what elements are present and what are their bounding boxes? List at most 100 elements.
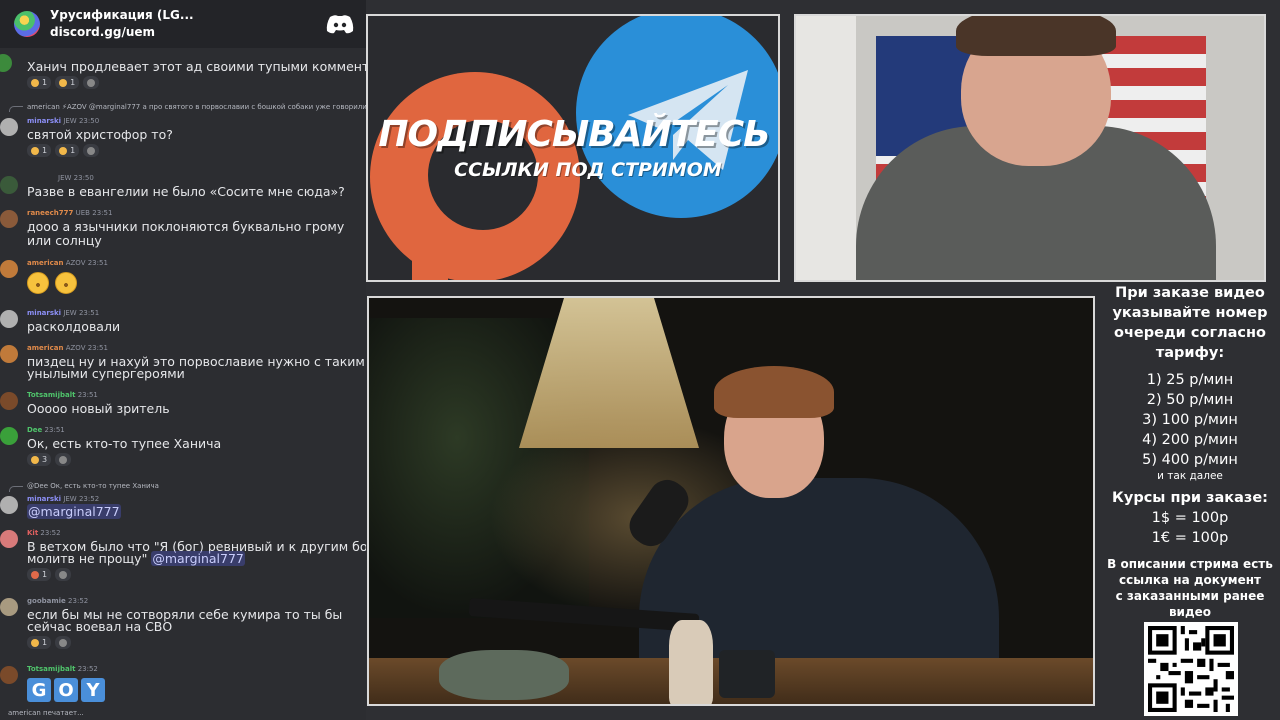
typing-indicator: american печатает... bbox=[8, 709, 84, 717]
role-tag: JEW bbox=[63, 495, 77, 503]
message-text: @marginal777 bbox=[27, 504, 121, 519]
emoji-icon bbox=[59, 146, 68, 155]
description-line: ссылка на документ bbox=[1119, 573, 1261, 587]
reply-connector bbox=[9, 106, 23, 112]
message-meta: Kit 23:52 bbox=[27, 529, 61, 537]
avatar[interactable] bbox=[0, 345, 18, 363]
timestamp: 23:52 bbox=[40, 529, 61, 537]
role-tag: UEB bbox=[75, 209, 90, 217]
timestamp: 23:51 bbox=[87, 344, 108, 352]
add-reaction-button[interactable] bbox=[83, 144, 100, 157]
username[interactable]: minarski bbox=[27, 309, 61, 317]
laughing-emoji-icon bbox=[27, 272, 49, 294]
message-text: Ооооо новый зритель bbox=[27, 401, 170, 416]
tariff-item: 4) 200 р/мин bbox=[1142, 432, 1238, 448]
message-text: сейчас воевал на СВО bbox=[27, 619, 173, 634]
message-meta: goobamie 23:52 bbox=[27, 597, 88, 605]
smile-icon bbox=[59, 570, 68, 579]
username[interactable]: goobamie bbox=[27, 597, 66, 605]
avatar[interactable] bbox=[0, 427, 18, 445]
username[interactable]: Dee bbox=[27, 426, 42, 434]
add-reaction-button[interactable] bbox=[83, 76, 100, 89]
stream-layout: Урусификация (LG... discord.gg/uem Ханич… bbox=[0, 0, 1280, 720]
timestamp: 23:50 bbox=[73, 174, 94, 182]
role-tag: JEW bbox=[63, 117, 77, 125]
reaction[interactable]: 1 bbox=[27, 76, 52, 89]
message-meta: minarski JEW 23:50 bbox=[27, 117, 99, 125]
reactions: 1 1 bbox=[27, 76, 100, 89]
info-heading-line: При заказе видео bbox=[1115, 285, 1265, 301]
discord-chat-overlay: Урусификация (LG... discord.gg/uem Ханич… bbox=[0, 0, 366, 720]
cloth bbox=[439, 650, 569, 700]
role-tag: AZOV bbox=[65, 344, 86, 352]
avatar[interactable] bbox=[0, 176, 18, 194]
banner-title: ПОДПИСЫВАЙТЕСЬ bbox=[378, 114, 770, 155]
avatar[interactable] bbox=[0, 118, 18, 136]
avatar[interactable] bbox=[0, 310, 18, 328]
banner-subtitle: ССЫЛКИ ПОД СТРИМОМ bbox=[454, 159, 722, 181]
letter-emoji: G bbox=[27, 678, 51, 702]
username[interactable]: raneech777 bbox=[27, 209, 73, 217]
message-text: Ок, есть кто-то тупее Ханича bbox=[27, 436, 222, 451]
avatar[interactable] bbox=[0, 666, 18, 684]
message-meta: JEW 23:50 bbox=[58, 174, 94, 182]
emoji-icon bbox=[59, 78, 68, 87]
timestamp: 23:51 bbox=[78, 309, 100, 317]
avatar[interactable] bbox=[0, 260, 18, 278]
message-text: расколдовали bbox=[27, 319, 121, 334]
info-heading-line: очереди согласно bbox=[1114, 325, 1266, 341]
reaction[interactable]: 1 bbox=[55, 76, 80, 89]
avatar[interactable] bbox=[0, 392, 18, 410]
reaction[interactable]: 1 bbox=[55, 144, 80, 157]
username[interactable]: minarski bbox=[27, 117, 61, 125]
message-text: унылыми супергероями bbox=[27, 366, 185, 381]
message-text: дооо а язычники поклоняются буквально гр… bbox=[27, 219, 345, 234]
reactions: 3 bbox=[27, 453, 72, 466]
user-mention[interactable]: @marginal777 bbox=[27, 504, 121, 519]
tariff-item: 1) 25 р/мин bbox=[1146, 372, 1234, 388]
tariff-item: 3) 100 р/мин bbox=[1142, 412, 1238, 428]
reaction[interactable]: 1 bbox=[27, 568, 52, 581]
reply-preview[interactable]: @Dee Ок, есть кто-то тупее Ханича bbox=[27, 482, 159, 490]
discord-logo-icon bbox=[326, 15, 354, 34]
message-text: святой христофор то? bbox=[27, 127, 173, 142]
description-line: с заказанными ранее bbox=[1115, 589, 1265, 603]
username[interactable]: american bbox=[27, 344, 63, 352]
timestamp: 23:51 bbox=[87, 259, 108, 267]
username[interactable]: Totsamijbalt bbox=[27, 391, 75, 399]
message-meta: Totsamijbalt 23:52 bbox=[27, 665, 98, 673]
reaction[interactable]: 1 bbox=[27, 636, 52, 649]
reaction[interactable]: 3 bbox=[27, 453, 52, 466]
add-reaction-button[interactable] bbox=[55, 453, 72, 466]
role-tag: AZOV bbox=[65, 259, 86, 267]
emoji-icon bbox=[31, 455, 39, 464]
server-invite: discord.gg/uem bbox=[50, 25, 156, 39]
description-line: В описании стрима есть bbox=[1107, 557, 1273, 571]
video-player[interactable] bbox=[367, 296, 1095, 706]
avatar[interactable] bbox=[0, 496, 18, 514]
avatar[interactable] bbox=[0, 210, 18, 228]
user-mention[interactable]: @marginal777 bbox=[151, 551, 245, 566]
add-reaction-button[interactable] bbox=[55, 636, 72, 649]
qr-code bbox=[1144, 622, 1238, 716]
letter-emoji: Y bbox=[81, 678, 105, 702]
role-tag: JEW bbox=[63, 309, 77, 317]
subscribe-banner: ПОДПИСЫВАЙТЕСЬ ССЫЛКИ ПОД СТРИМОМ bbox=[366, 14, 780, 282]
tariff-etc: и так далее bbox=[1157, 470, 1223, 482]
avatar[interactable] bbox=[0, 530, 18, 548]
timestamp: 23:51 bbox=[44, 426, 65, 434]
reply-preview[interactable]: american ⚡AZOV @marginal777 а про святог… bbox=[27, 103, 366, 111]
username[interactable]: minarski bbox=[27, 495, 61, 503]
info-heading-line: тарифу: bbox=[1155, 345, 1225, 361]
add-reaction-button[interactable] bbox=[55, 568, 72, 581]
qr-code-icon bbox=[1148, 626, 1234, 712]
username[interactable]: Kit bbox=[27, 529, 38, 537]
username[interactable]: american bbox=[27, 259, 63, 267]
reaction[interactable]: 1 bbox=[27, 144, 52, 157]
tariff-item: 5) 400 р/мин bbox=[1142, 452, 1238, 468]
message-text: молитв не прощу" @marginal777 bbox=[27, 551, 245, 566]
smile-icon bbox=[87, 146, 96, 155]
username[interactable]: Totsamijbalt bbox=[27, 665, 75, 673]
avatar[interactable] bbox=[0, 598, 18, 616]
laughing-emoji-icon bbox=[55, 272, 77, 294]
